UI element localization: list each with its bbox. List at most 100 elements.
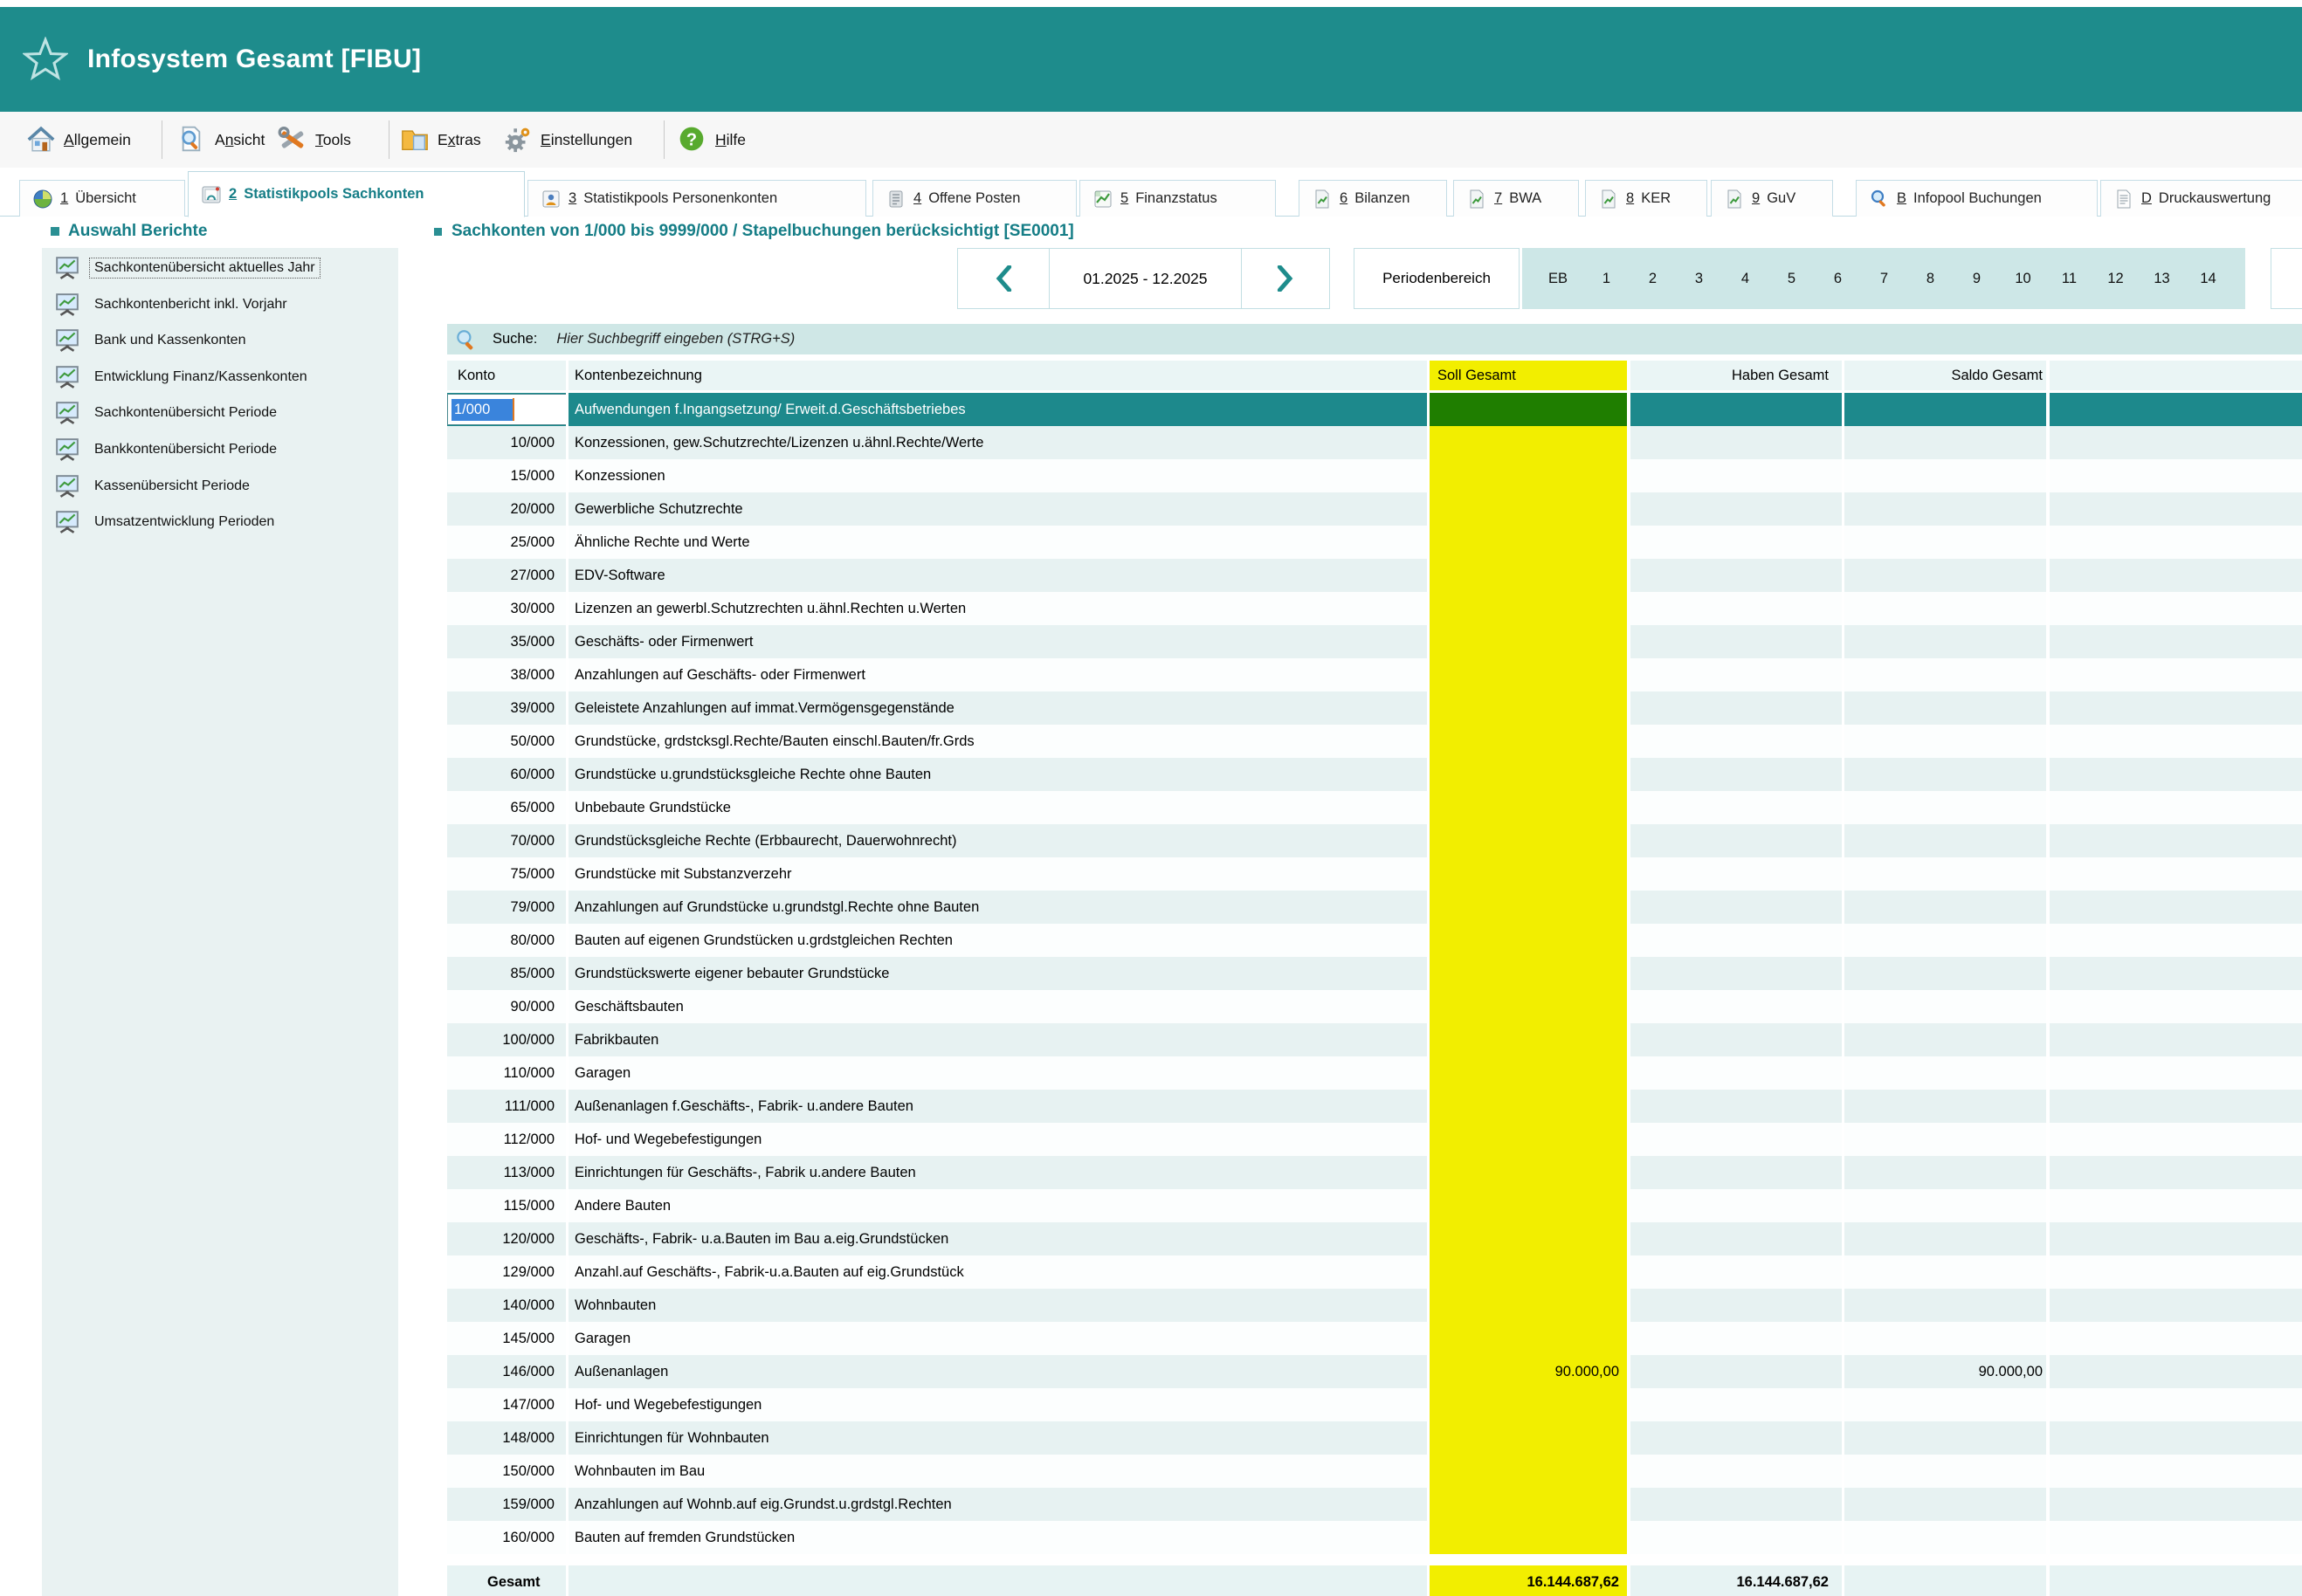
cell-haben-gesamt [1630, 526, 1842, 559]
corner-box[interactable] [2271, 248, 2302, 309]
period-9[interactable]: 9 [1954, 271, 2000, 287]
cell-konto: 113/000 [447, 1156, 566, 1189]
table-row-79-000[interactable]: 79/000Anzahlungen auf Grundstücke u.grun… [447, 891, 2302, 924]
table-row-112-000[interactable]: 112/000Hof- und Wegebefestigungen [447, 1123, 2302, 1156]
table-row-160-000[interactable]: 160/000Bauten auf fremden Grundstücken [447, 1521, 2302, 1554]
table-row-25-000[interactable]: 25/000Ähnliche Rechte und Werte [447, 526, 2302, 559]
period-13[interactable]: 13 [2139, 271, 2185, 287]
table-row-100-000[interactable]: 100/000Fabrikbauten [447, 1023, 2302, 1056]
period-3[interactable]: 3 [1676, 271, 1722, 287]
period-7[interactable]: 7 [1861, 271, 1907, 287]
table-row-147-000[interactable]: 147/000Hof- und Wegebefestigungen [447, 1388, 2302, 1421]
sidebar-item-umsatzentwicklung-perioden[interactable]: Umsatzentwicklung Perioden [54, 506, 398, 539]
cell-extra [2050, 758, 2302, 791]
period-8[interactable]: 8 [1907, 271, 1954, 287]
period-6[interactable]: 6 [1815, 271, 1861, 287]
table-row-150-000[interactable]: 150/000Wohnbauten im Bau [447, 1455, 2302, 1488]
period-10[interactable]: 10 [2000, 271, 2046, 287]
cell-konto: 38/000 [447, 658, 566, 691]
menu-item-tools[interactable]: Tools [278, 112, 351, 168]
period-eb[interactable]: EB [1533, 271, 1583, 287]
tab-label: Statistikpools Personenkonten [583, 190, 777, 207]
search-bar[interactable]: Suche: Hier Suchbegriff eingeben (STRG+S… [447, 324, 2302, 354]
konto-input[interactable]: 1/000 [447, 394, 566, 425]
menu-item-ansicht[interactable]: Ansicht [177, 112, 265, 168]
table-row-70-000[interactable]: 70/000Grundstücksgleiche Rechte (Erbbaur… [447, 824, 2302, 857]
tab-4-offene-posten[interactable]: 4Offene Posten [872, 180, 1077, 217]
tab-3-statistikpools-personenkonten[interactable]: 3Statistikpools Personenkonten [527, 180, 866, 217]
sidebar-item-bankkontenübersicht-periode[interactable]: Bankkontenübersicht Periode [54, 433, 398, 466]
sidebar-item-bank-und-kassenkonten[interactable]: Bank und Kassenkonten [54, 324, 398, 357]
sidebar-item-kassenübersicht-periode[interactable]: Kassenübersicht Periode [54, 470, 398, 503]
cell-konto: 145/000 [447, 1322, 566, 1355]
cell-haben-gesamt [1630, 1090, 1842, 1123]
table-row-75-000[interactable]: 75/000Grundstücke mit Substanzverzehr [447, 857, 2302, 891]
table-row-85-000[interactable]: 85/000Grundstückswerte eigener bebauter … [447, 957, 2302, 990]
table-row-38-000[interactable]: 38/000Anzahlungen auf Geschäfts- oder Fi… [447, 658, 2302, 691]
table-row-148-000[interactable]: 148/000Einrichtungen für Wohnbauten [447, 1421, 2302, 1455]
period-next-button[interactable] [1241, 248, 1330, 309]
app-window: Infosystem Gesamt [FIBU] AllgemeinAnsich… [0, 0, 2302, 1596]
cell-bezeichnung: Außenanlagen [569, 1355, 1427, 1388]
tab-6-bilanzen[interactable]: 6Bilanzen [1299, 180, 1447, 217]
table-row-159-000[interactable]: 159/000Anzahlungen auf Wohnb.auf eig.Gru… [447, 1488, 2302, 1521]
table-row-115-000[interactable]: 115/000Andere Bauten [447, 1189, 2302, 1222]
period-12[interactable]: 12 [2092, 271, 2139, 287]
period-2[interactable]: 2 [1630, 271, 1676, 287]
table-row-50-000[interactable]: 50/000Grundstücke, grdstcksgl.Rechte/Bau… [447, 725, 2302, 758]
sidebar-item-sachkontenübersicht-periode[interactable]: Sachkontenübersicht Periode [54, 396, 398, 430]
table-row-39-000[interactable]: 39/000Geleistete Anzahlungen auf immat.V… [447, 691, 2302, 725]
gear-icon [503, 125, 533, 155]
table-row-140-000[interactable]: 140/000Wohnbauten [447, 1289, 2302, 1322]
table-row-60-000[interactable]: 60/000Grundstücke u.grundstücksgleiche R… [447, 758, 2302, 791]
sidebar-item-label: Kassenübersicht Periode [90, 477, 254, 496]
table-row-120-000[interactable]: 120/000Geschäfts-, Fabrik- u.a.Bauten im… [447, 1222, 2302, 1255]
periodenbereich-button[interactable]: Periodenbereich [1354, 248, 1520, 309]
tab-B-infopool-buchungen[interactable]: BInfopool Buchungen [1856, 180, 2098, 217]
period-prev-button[interactable] [957, 248, 1050, 309]
sidebar-item-entwicklung-finanz-kassenkonten[interactable]: Entwicklung Finanz/Kassenkonten [54, 361, 398, 394]
menu-item-einstellungen[interactable]: Einstellungen [503, 112, 632, 168]
tab-1-übersicht[interactable]: 1Übersicht [19, 180, 185, 217]
tab-5-finanzstatus[interactable]: 5Finanzstatus [1079, 180, 1276, 217]
table-row-145-000[interactable]: 145/000Garagen [447, 1322, 2302, 1355]
table-row-65-000[interactable]: 65/000Unbebaute Grundstücke [447, 791, 2302, 824]
tab-9-guv[interactable]: 9GuV [1711, 180, 1833, 217]
cell-haben-gesamt [1630, 1255, 1842, 1289]
table-row-15-000[interactable]: 15/000Konzessionen [447, 459, 2302, 492]
menu-item-extras[interactable]: Extras [400, 112, 481, 168]
monitor-chart-icon [54, 510, 80, 534]
table-row-113-000[interactable]: 113/000Einrichtungen für Geschäfts-, Fab… [447, 1156, 2302, 1189]
tab-D-druckauswertung[interactable]: DDruckauswertung [2100, 180, 2302, 217]
table-row-30-000[interactable]: 30/000Lizenzen an gewerbl.Schutzrechten … [447, 592, 2302, 625]
sidebar-item-sachkontenübersicht-aktuelles-jahr[interactable]: Sachkontenübersicht aktuelles Jahr [54, 251, 398, 285]
search-input[interactable]: Hier Suchbegriff eingeben (STRG+S) [556, 331, 795, 347]
table-row-90-000[interactable]: 90/000Geschäftsbauten [447, 990, 2302, 1023]
cell-extra [2050, 1189, 2302, 1222]
menu-item-hilfe[interactable]: ?Hilfe [678, 112, 746, 168]
sidebar-item-sachkontenbericht-inkl-vorjahr[interactable]: Sachkontenbericht inkl. Vorjahr [54, 288, 398, 321]
period-4[interactable]: 4 [1722, 271, 1768, 287]
period-1[interactable]: 1 [1583, 271, 1630, 287]
table-row-111-000[interactable]: 111/000Außenanlagen f.Geschäfts-, Fabrik… [447, 1090, 2302, 1123]
period-strip: EB1234567891011121314 [1522, 248, 2245, 309]
menu-bar: Allgemein AnsichtTools Extras Einstellungen… [0, 112, 2302, 168]
table-row-146-000[interactable]: 146/000Außenanlagen90.000,0090.000,00 [447, 1355, 2302, 1388]
table-row-129-000[interactable]: 129/000Anzahl.auf Geschäfts-, Fabrik-u.a… [447, 1255, 2302, 1289]
table-row-80-000[interactable]: 80/000Bauten auf eigenen Grundstücken u.… [447, 924, 2302, 957]
tab-8-ker[interactable]: 8KER [1585, 180, 1707, 217]
period-14[interactable]: 14 [2185, 271, 2231, 287]
period-5[interactable]: 5 [1768, 271, 1815, 287]
table-row-110-000[interactable]: 110/000Garagen [447, 1056, 2302, 1090]
period-11[interactable]: 11 [2046, 271, 2092, 287]
table-row-1-000[interactable]: 1/000Aufwendungen f.Ingangsetzung/ Erwei… [447, 393, 2302, 426]
tab-2-statistikpools-sachkonten[interactable]: 2Statistikpools Sachkonten [188, 171, 525, 217]
table-row-27-000[interactable]: 27/000EDV-Software [447, 559, 2302, 592]
table-row-35-000[interactable]: 35/000Geschäfts- oder Firmenwert [447, 625, 2302, 658]
period-range-display[interactable]: 01.2025 - 12.2025 [1049, 248, 1242, 309]
menu-item-allgemein[interactable]: Allgemein [26, 112, 131, 168]
cell-haben-gesamt [1630, 1421, 1842, 1455]
table-row-10-000[interactable]: 10/000Konzessionen, gew.Schutzrechte/Liz… [447, 426, 2302, 459]
tab-7-bwa[interactable]: 7BWA [1453, 180, 1579, 217]
table-row-20-000[interactable]: 20/000Gewerbliche Schutzrechte [447, 492, 2302, 526]
